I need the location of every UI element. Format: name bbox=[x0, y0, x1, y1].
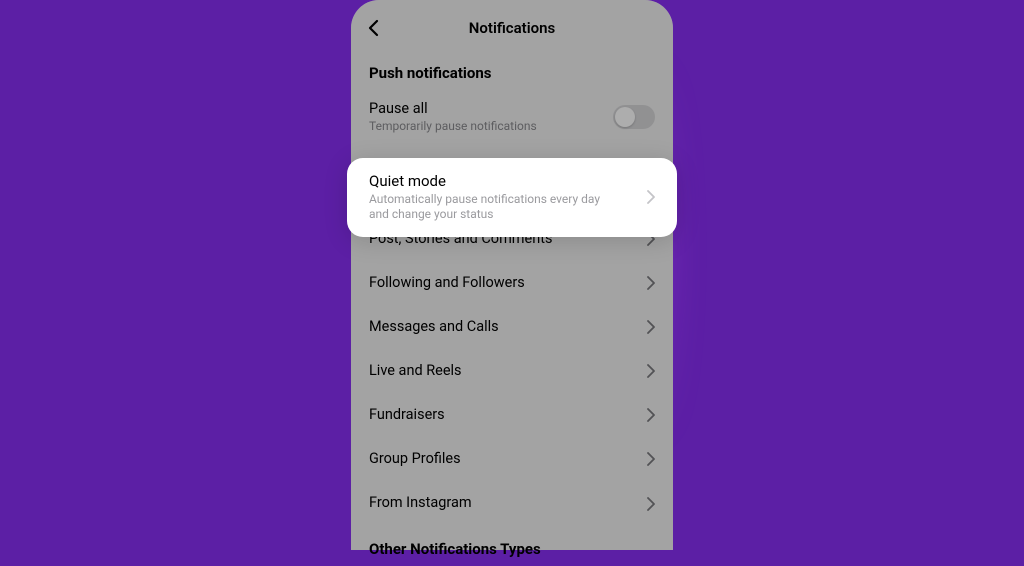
toggle-knob bbox=[615, 107, 635, 127]
nav-messages-calls[interactable]: Messages and Calls bbox=[351, 305, 673, 349]
item-label: From Instagram bbox=[369, 494, 472, 512]
quiet-mode-label: Quiet mode bbox=[369, 172, 637, 191]
phone-frame: Notifications Push notifications Pause a… bbox=[351, 0, 673, 550]
chevron-right-icon bbox=[647, 190, 655, 204]
chevron-right-icon bbox=[647, 408, 655, 422]
chevron-right-icon bbox=[647, 364, 655, 378]
quiet-mode-row[interactable]: Quiet mode Automatically pause notificat… bbox=[347, 158, 677, 237]
nav-following-followers[interactable]: Following and Followers bbox=[351, 261, 673, 305]
item-label: Group Profiles bbox=[369, 450, 461, 468]
pause-all-subtitle: Temporarily pause notifications bbox=[369, 119, 603, 135]
nav-fundraisers[interactable]: Fundraisers bbox=[351, 393, 673, 437]
pause-all-label: Pause all bbox=[369, 100, 603, 118]
nav-from-instagram[interactable]: From Instagram bbox=[351, 481, 673, 525]
section-other-notifications: Other Notifications Types bbox=[351, 526, 673, 566]
pause-all-row: Pause all Temporarily pause notification… bbox=[351, 90, 673, 145]
chevron-right-icon bbox=[647, 452, 655, 466]
section-push-notifications: Push notifications bbox=[351, 50, 673, 90]
item-label: Messages and Calls bbox=[369, 318, 499, 336]
chevron-right-icon bbox=[647, 320, 655, 334]
quiet-mode-subtitle: Automatically pause notifications every … bbox=[369, 192, 619, 223]
chevron-right-icon bbox=[647, 497, 655, 511]
page-title: Notifications bbox=[469, 19, 555, 37]
item-label: Following and Followers bbox=[369, 274, 525, 292]
item-label: Fundraisers bbox=[369, 406, 445, 424]
header: Notifications bbox=[351, 6, 673, 50]
back-button[interactable] bbox=[365, 19, 383, 37]
pause-all-toggle[interactable] bbox=[613, 105, 655, 129]
nav-group-profiles[interactable]: Group Profiles bbox=[351, 437, 673, 481]
chevron-left-icon bbox=[365, 19, 383, 37]
chevron-right-icon bbox=[647, 276, 655, 290]
nav-live-reels[interactable]: Live and Reels bbox=[351, 349, 673, 393]
item-label: Live and Reels bbox=[369, 362, 462, 380]
